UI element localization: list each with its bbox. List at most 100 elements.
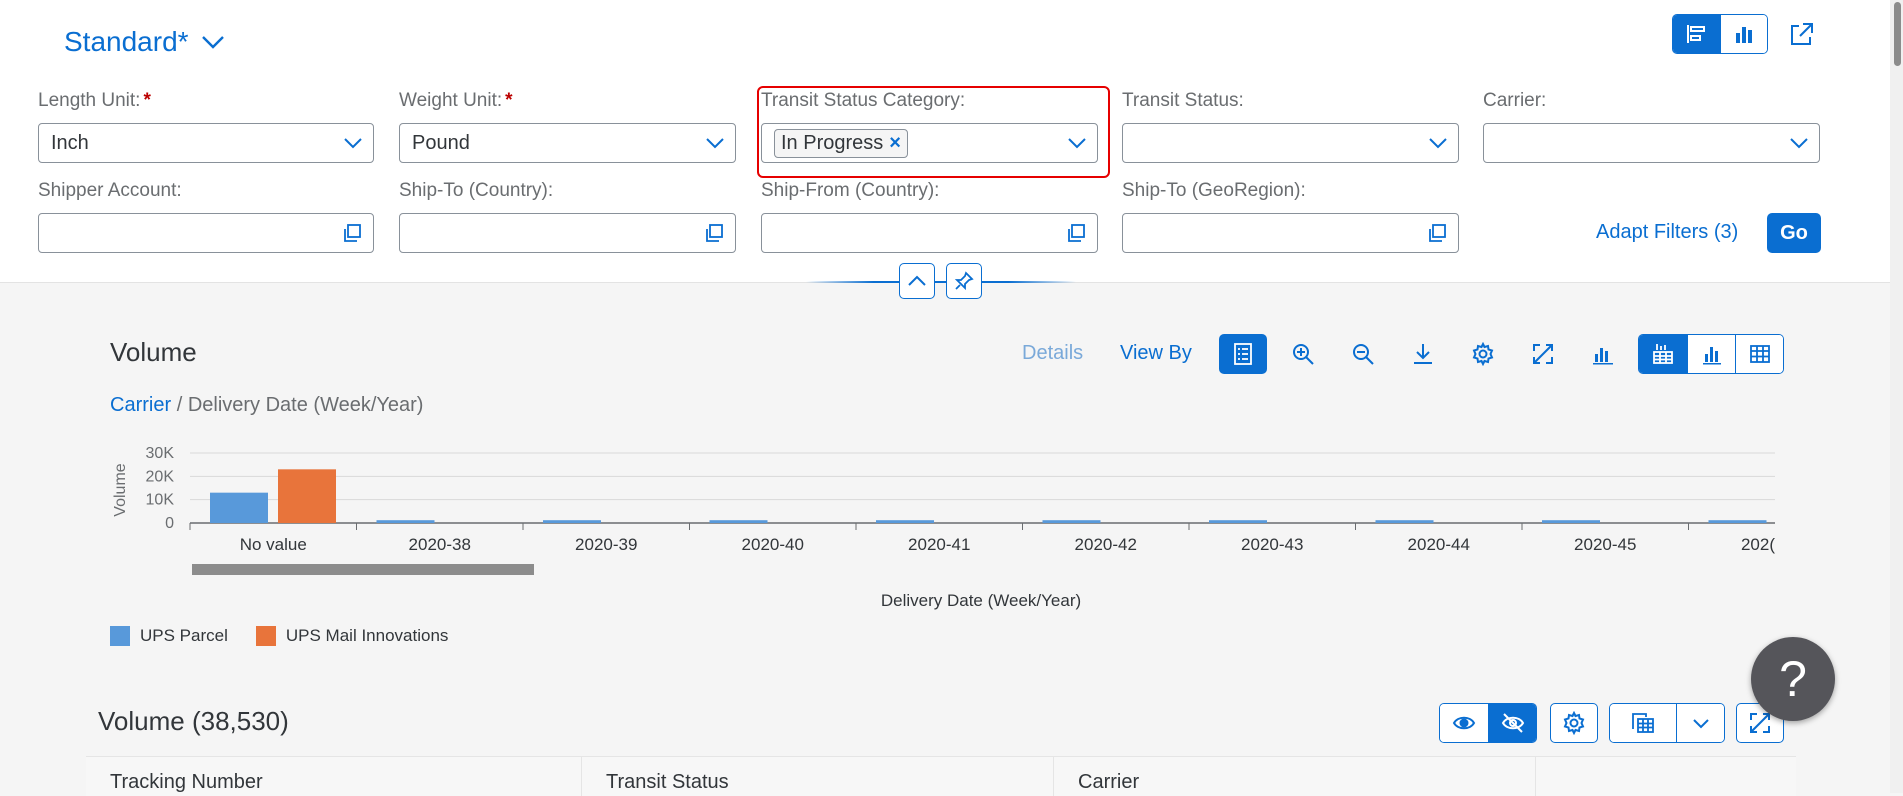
legend-label: UPS Mail Innovations [285, 626, 449, 645]
bar-ups-parcel[interactable] [1542, 520, 1600, 523]
carrier-label: Carrier: [1483, 90, 1547, 111]
y-tick-label: 30K [146, 445, 175, 462]
highlight-box [757, 86, 1110, 178]
value-help-icon[interactable] [341, 222, 363, 244]
ship-to-country-label: Ship-To (Country): [399, 180, 554, 201]
page-scrollbar[interactable] [1890, 0, 1903, 793]
details-button[interactable]: Details [1022, 342, 1083, 365]
weight-unit-label: Weight Unit: * [399, 90, 513, 111]
table-visibility-toggle [1439, 703, 1537, 743]
x-tick-label: 2020-42 [1075, 535, 1137, 554]
volume-bar-chart: Volume 30K 20K 10K 0 No value 2020-38 2020-39… [112, 445, 1775, 610]
table-title: Volume (38,530) [98, 706, 289, 736]
length-unit-select[interactable]: Inch [38, 123, 374, 163]
fullscreen-icon[interactable] [1519, 334, 1567, 374]
chevron-down-icon[interactable] [1428, 136, 1448, 150]
view-by-button[interactable]: View By [1120, 342, 1192, 365]
x-tick-label: 2020-39 [575, 535, 637, 554]
x-tick-label: 2020-41 [908, 535, 970, 554]
drilldown-breadcrumb: Carrier / Delivery Date (Week/Year) [110, 394, 423, 417]
hide-icon[interactable] [1488, 704, 1536, 742]
fullscreen-icon [1748, 711, 1772, 735]
collapse-header-button[interactable] [899, 263, 935, 299]
bar-ups-parcel[interactable] [1708, 520, 1767, 523]
chart-table-view-icon[interactable] [1639, 335, 1687, 373]
filter-chart-view-icon[interactable] [1720, 15, 1767, 53]
share-icon[interactable] [1784, 16, 1820, 52]
adapt-filters-button[interactable]: Adapt Filters (3) [1596, 221, 1738, 244]
weight-unit-select[interactable]: Pound [399, 123, 736, 163]
variant-selector[interactable]: Standard* [64, 22, 225, 62]
bar-ups-parcel[interactable] [210, 492, 268, 523]
value-help-icon[interactable] [1426, 222, 1448, 244]
pin-icon [954, 271, 974, 291]
column-header-carrier[interactable]: Carrier [1054, 757, 1536, 796]
bar-ups-parcel[interactable] [1375, 520, 1434, 523]
legend-toggle-icon[interactable] [1219, 334, 1267, 374]
export-icon[interactable] [1610, 704, 1676, 742]
legend-swatch [255, 626, 276, 646]
settings-icon [1562, 711, 1586, 735]
breadcrumb-separator: / [176, 394, 183, 416]
table-settings-button[interactable] [1550, 703, 1598, 743]
x-tick-label: 2020-44 [1408, 535, 1470, 554]
y-tick-label: 0 [165, 515, 174, 532]
chevron-down-icon[interactable] [705, 136, 725, 150]
legend-swatch [110, 626, 130, 646]
variant-title: Standard* [64, 26, 189, 57]
zoom-in-icon[interactable] [1279, 334, 1327, 374]
download-icon[interactable] [1399, 334, 1447, 374]
legend-label: UPS Parcel [140, 626, 228, 645]
ship-to-country-input[interactable] [399, 213, 736, 253]
column-header-tracking-number[interactable]: Tracking Number [86, 757, 582, 796]
show-icon[interactable] [1440, 704, 1488, 742]
chevron-down-icon[interactable] [343, 136, 363, 150]
carrier-select[interactable] [1483, 123, 1820, 163]
legend-item[interactable]: UPS Parcel [110, 626, 228, 646]
ship-from-country-input[interactable] [761, 213, 1098, 253]
bar-ups-parcel[interactable] [876, 520, 934, 523]
go-button[interactable]: Go [1767, 213, 1821, 253]
column-header-transit-status[interactable]: Transit Status [582, 757, 1054, 796]
x-tick-label: 2020-38 [409, 535, 471, 554]
view-switch [1638, 334, 1784, 374]
weight-unit-value: Pound [412, 131, 470, 154]
value-help-icon[interactable] [1065, 222, 1087, 244]
bar-ups-parcel[interactable] [543, 520, 601, 523]
table-only-view-icon[interactable] [1735, 335, 1783, 373]
filter-list-view-icon[interactable] [1673, 15, 1720, 53]
chevron-up-icon [907, 274, 927, 288]
chart-only-view-icon[interactable] [1687, 335, 1735, 373]
settings-icon[interactable] [1459, 334, 1507, 374]
bar-ups-parcel[interactable] [1042, 520, 1101, 523]
page-scrollbar-thumb[interactable] [1894, 2, 1901, 66]
bar-ups-parcel[interactable] [376, 520, 435, 523]
table-header-row: Tracking Number Transit Status Carrier [86, 756, 1796, 796]
bar-ups-parcel[interactable] [1209, 520, 1267, 523]
column-header-extra [1536, 757, 1796, 796]
breadcrumb-link-carrier[interactable]: Carrier [110, 394, 171, 416]
breadcrumb-current: Delivery Date (Week/Year) [187, 394, 424, 416]
chevron-down-icon[interactable] [1676, 704, 1724, 742]
y-axis-label: Volume [112, 463, 129, 516]
ship-from-country-label: Ship-From (Country): [761, 180, 940, 201]
shipper-account-input[interactable] [38, 213, 374, 253]
chart-title: Volume [110, 337, 197, 367]
bar-ups-parcel[interactable] [709, 520, 768, 523]
legend-item[interactable]: UPS Mail Innovations [255, 626, 449, 646]
help-button[interactable]: ? [1751, 637, 1835, 721]
pin-header-button[interactable] [946, 263, 982, 299]
transit-status-select[interactable] [1122, 123, 1459, 163]
y-tick-label: 10K [146, 492, 175, 509]
value-help-icon[interactable] [703, 222, 725, 244]
ship-to-georegion-input[interactable] [1122, 213, 1459, 253]
chart-scrollbar[interactable] [192, 564, 534, 575]
shipper-account-label: Shipper Account: [38, 180, 182, 201]
bar-ups-mail-innovations[interactable] [278, 469, 336, 523]
chart-type-icon[interactable] [1579, 334, 1627, 374]
x-tick-label: 2020-45 [1574, 535, 1636, 554]
layout-toggle [1672, 14, 1768, 54]
chevron-down-icon[interactable] [1789, 136, 1809, 150]
transit-status-label: Transit Status: [1122, 90, 1244, 111]
zoom-out-icon[interactable] [1339, 334, 1387, 374]
